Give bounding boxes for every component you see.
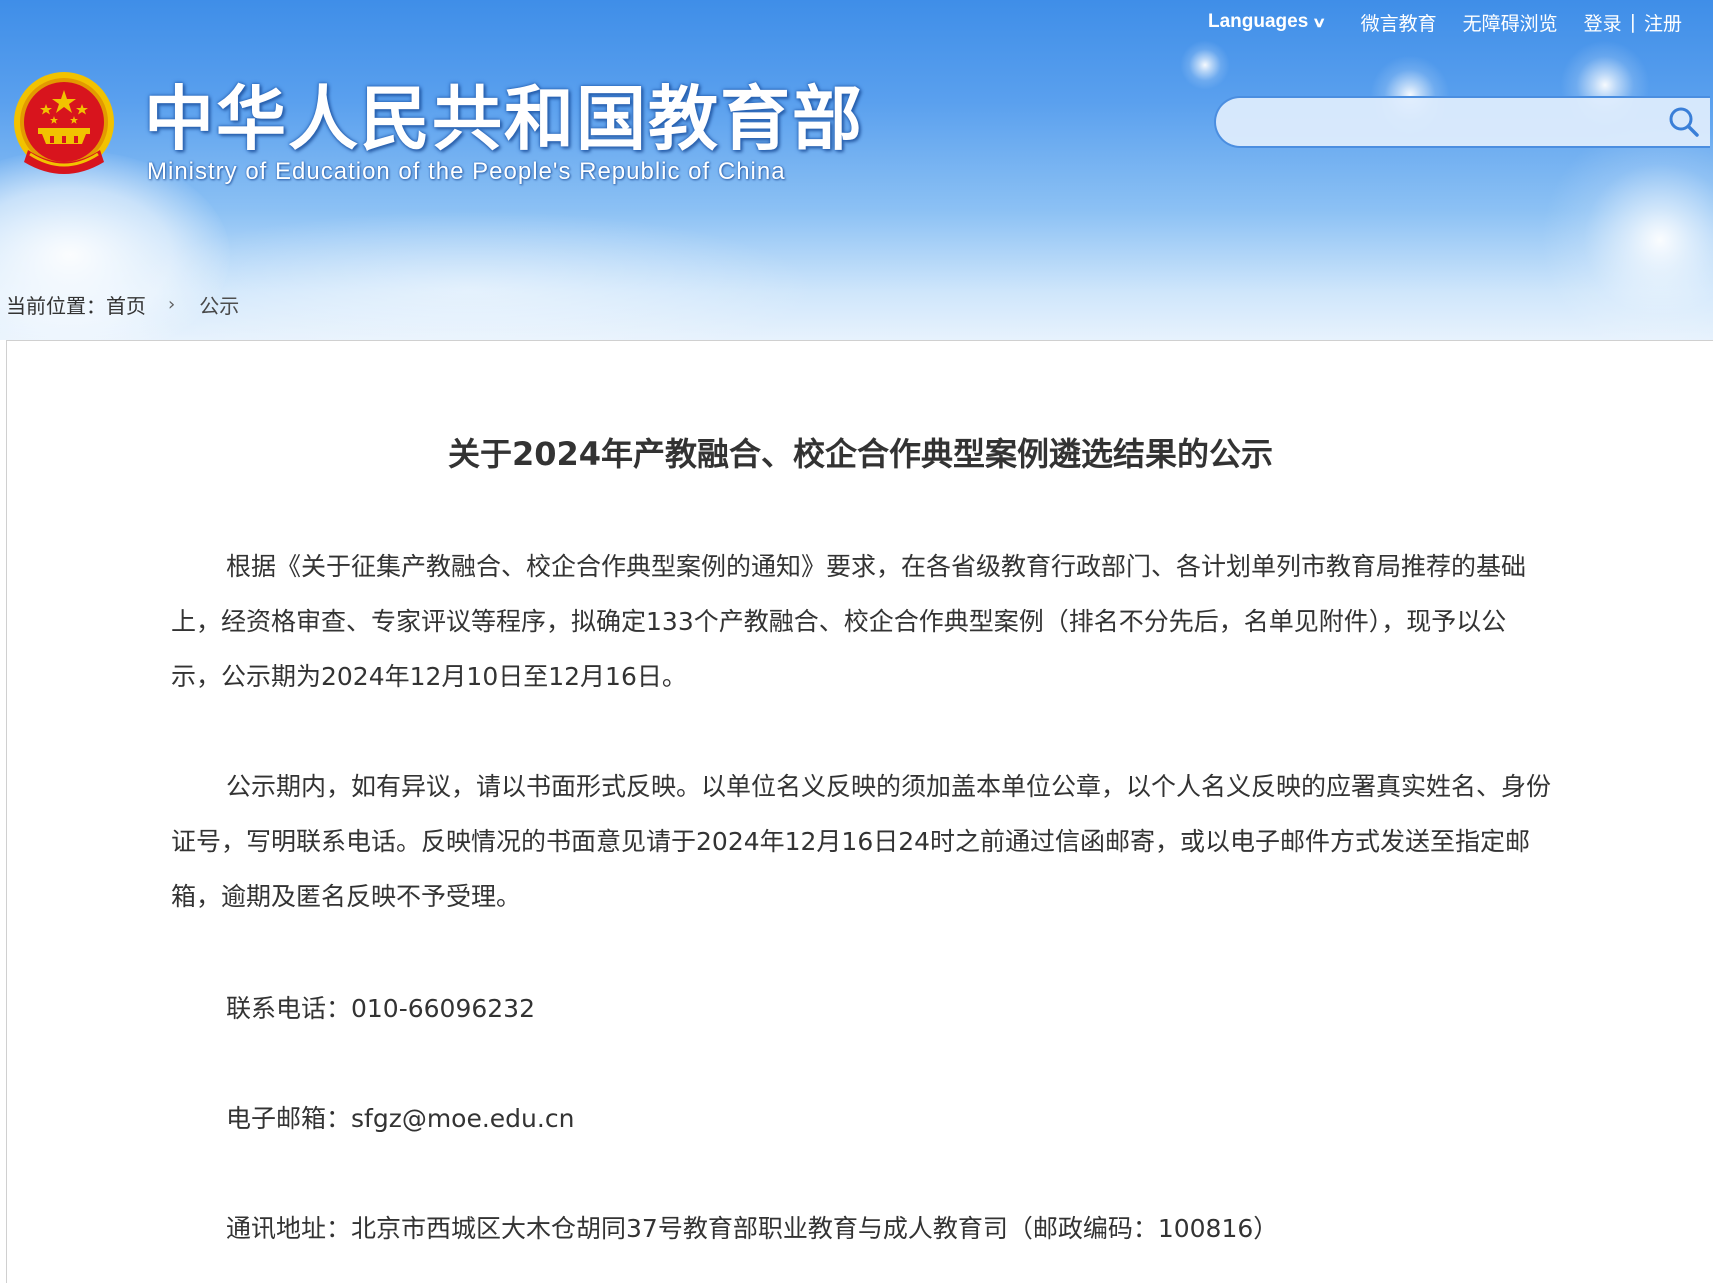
breadcrumb-home-link[interactable]: 首页	[106, 290, 146, 319]
accessible-browse-link[interactable]: 无障碍浏览	[1463, 9, 1558, 36]
search-input[interactable]	[1238, 98, 1642, 146]
chevron-right-icon: ›	[168, 294, 176, 315]
article-paragraph: 公示期内，如有异议，请以书面形式反映。以单位名义反映的须加盖本单位公章，以个人名…	[171, 772, 1552, 911]
national-emblem-icon[interactable]	[8, 70, 120, 186]
top-nav: Languages ∨ 微言教育 无障碍浏览 登录 | 注册	[1208, 8, 1713, 36]
languages-label: Languages	[1208, 11, 1309, 32]
breadcrumb: 当前位置： 首页 › 公示	[6, 290, 239, 319]
register-link[interactable]: 注册	[1644, 9, 1682, 36]
breadcrumb-label: 当前位置：	[6, 294, 106, 318]
site-title-en: Ministry of Education of the People's Re…	[147, 158, 786, 185]
site-title-cn[interactable]: 中华人民共和国教育部	[144, 76, 864, 162]
article-container: 关于2024年产教融合、校企合作典型案例遴选结果的公示 根据《关于征集产教融合、…	[6, 340, 1713, 1283]
article-title: 关于2024年产教融合、校企合作典型案例遴选结果的公示	[447, 435, 1274, 473]
wechat-edu-link[interactable]: 微言教育	[1361, 9, 1437, 36]
login-link[interactable]: 登录	[1584, 9, 1622, 36]
chevron-down-icon: ∨	[1312, 13, 1327, 30]
contact-email: 电子邮箱：sfgz@moe.edu.cn	[226, 1104, 575, 1133]
dandelion-decoration	[1180, 40, 1230, 90]
nav-separator: |	[1629, 11, 1637, 33]
site-header: Languages ∨ 微言教育 无障碍浏览 登录 | 注册 中华人民共和国教育…	[0, 0, 1713, 340]
search-icon[interactable]	[1668, 106, 1700, 138]
contact-phone: 联系电话：010-66096232	[226, 994, 535, 1023]
contact-address: 通讯地址：北京市西城区大木仓胡同37号教育部职业教育与成人教育司（邮政编码：10…	[226, 1214, 1279, 1243]
dandelion-decoration	[1540, 120, 1713, 340]
article-paragraph: 根据《关于征集产教融合、校企合作典型案例的通知》要求，在各省级教育行政部门、各计…	[171, 552, 1527, 691]
languages-menu[interactable]: Languages ∨	[1208, 11, 1327, 33]
breadcrumb-current[interactable]: 公示	[199, 290, 239, 319]
search-box	[1214, 96, 1710, 148]
